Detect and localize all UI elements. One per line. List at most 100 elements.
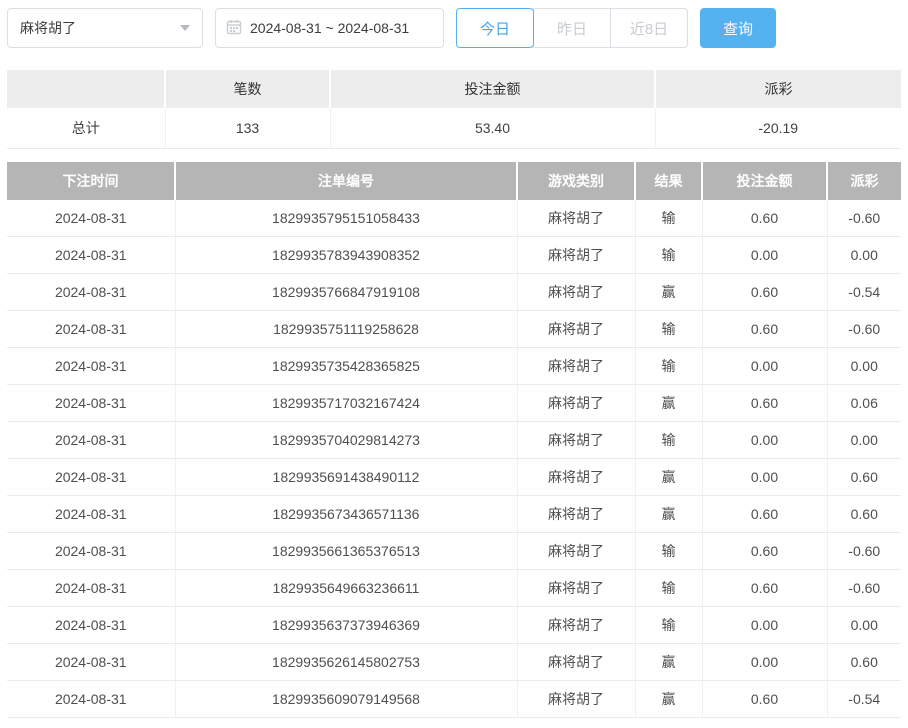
yesterday-button[interactable]: 昨日	[533, 8, 611, 48]
table-row: 2024-08-311829935637373946369麻将胡了输0.000.…	[7, 607, 901, 644]
records-header-game-type: 游戏类别	[517, 162, 635, 200]
cell-bet-id: 1829935783943908352	[175, 237, 517, 274]
cell-bet-id: 1829935673436571136	[175, 496, 517, 533]
cell-bet-amount: 0.60	[702, 496, 827, 533]
cell-bet-id: 1829935766847919108	[175, 274, 517, 311]
cell-game-type: 麻将胡了	[517, 348, 635, 385]
records-header-bet-id: 注单编号	[175, 162, 517, 200]
cell-payout: -0.60	[827, 533, 901, 570]
cell-bet-time: 2024-08-31	[7, 422, 175, 459]
table-row: 2024-08-311829935751119258628麻将胡了输0.60-0…	[7, 311, 901, 348]
cell-bet-amount: 0.60	[702, 311, 827, 348]
cell-result: 输	[635, 422, 702, 459]
summary-header-empty	[7, 70, 165, 108]
cell-bet-time: 2024-08-31	[7, 348, 175, 385]
records-header-row: 下注时间 注单编号 游戏类别 结果 投注金额 派彩	[7, 162, 901, 200]
cell-result: 赢	[635, 274, 702, 311]
summary-header-row: 笔数 投注金额 派彩	[7, 70, 901, 108]
cell-game-type: 麻将胡了	[517, 274, 635, 311]
cell-game-type: 麻将胡了	[517, 311, 635, 348]
cell-bet-id: 1829935649663236611	[175, 570, 517, 607]
cell-payout: -0.60	[827, 311, 901, 348]
cell-game-type: 麻将胡了	[517, 385, 635, 422]
game-select[interactable]: 麻将胡了	[7, 8, 203, 48]
cell-bet-amount: 0.60	[702, 385, 827, 422]
cell-payout: 0.06	[827, 385, 901, 422]
cell-bet-amount: 0.00	[702, 644, 827, 681]
cell-game-type: 麻将胡了	[517, 607, 635, 644]
summary-total-bet-amount: 53.40	[330, 108, 655, 148]
cell-bet-time: 2024-08-31	[7, 607, 175, 644]
cell-game-type: 麻将胡了	[517, 533, 635, 570]
chevron-down-icon	[180, 25, 190, 31]
cell-bet-amount: 0.00	[702, 422, 827, 459]
summary-table: 笔数 投注金额 派彩 总计 133 53.40 -20.19	[7, 70, 901, 149]
summary-header-count: 笔数	[165, 70, 330, 108]
cell-game-type: 麻将胡了	[517, 237, 635, 274]
cell-bet-amount: 0.00	[702, 607, 827, 644]
records-body: 2024-08-311829935795151058433麻将胡了输0.60-0…	[7, 200, 901, 718]
cell-bet-id: 1829935704029814273	[175, 422, 517, 459]
cell-bet-time: 2024-08-31	[7, 274, 175, 311]
cell-result: 赢	[635, 385, 702, 422]
cell-bet-amount: 0.60	[702, 681, 827, 718]
cell-result: 输	[635, 237, 702, 274]
cell-result: 输	[635, 533, 702, 570]
cell-result: 赢	[635, 459, 702, 496]
cell-result: 输	[635, 607, 702, 644]
cell-bet-id: 1829935661365376513	[175, 533, 517, 570]
cell-game-type: 麻将胡了	[517, 644, 635, 681]
records-header-bet-time: 下注时间	[7, 162, 175, 200]
table-row: 2024-08-311829935783943908352麻将胡了输0.000.…	[7, 237, 901, 274]
table-row: 2024-08-311829935609079149568麻将胡了赢0.60-0…	[7, 681, 901, 718]
table-row: 2024-08-311829935649663236611麻将胡了输0.60-0…	[7, 570, 901, 607]
cell-payout: 0.00	[827, 237, 901, 274]
cell-bet-time: 2024-08-31	[7, 496, 175, 533]
records-header-payout: 派彩	[827, 162, 901, 200]
cell-bet-amount: 0.00	[702, 237, 827, 274]
cell-payout: -0.54	[827, 274, 901, 311]
records-header-result: 结果	[635, 162, 702, 200]
cell-bet-id: 1829935795151058433	[175, 200, 517, 237]
cell-bet-time: 2024-08-31	[7, 681, 175, 718]
cell-result: 输	[635, 348, 702, 385]
table-row: 2024-08-311829935717032167424麻将胡了赢0.600.…	[7, 385, 901, 422]
cell-bet-time: 2024-08-31	[7, 533, 175, 570]
query-button[interactable]: 查询	[700, 8, 776, 48]
cell-bet-id: 1829935626145802753	[175, 644, 517, 681]
cell-bet-time: 2024-08-31	[7, 570, 175, 607]
cell-payout: -0.54	[827, 681, 901, 718]
cell-result: 输	[635, 311, 702, 348]
game-select-value: 麻将胡了	[20, 18, 76, 38]
table-row: 2024-08-311829935661365376513麻将胡了输0.60-0…	[7, 533, 901, 570]
cell-payout: 0.60	[827, 496, 901, 533]
cell-payout: 0.60	[827, 644, 901, 681]
last-8-days-button[interactable]: 近8日	[610, 8, 688, 48]
cell-payout: -0.60	[827, 200, 901, 237]
calendar-icon	[226, 19, 242, 38]
cell-bet-amount: 0.60	[702, 200, 827, 237]
cell-bet-id: 1829935751119258628	[175, 311, 517, 348]
summary-header-payout: 派彩	[655, 70, 901, 108]
table-row: 2024-08-311829935626145802753麻将胡了赢0.000.…	[7, 644, 901, 681]
records-header-bet-amount: 投注金额	[702, 162, 827, 200]
cell-payout: 0.60	[827, 459, 901, 496]
cell-result: 输	[635, 570, 702, 607]
cell-bet-amount: 0.00	[702, 459, 827, 496]
cell-payout: 0.00	[827, 422, 901, 459]
cell-game-type: 麻将胡了	[517, 570, 635, 607]
cell-payout: -0.60	[827, 570, 901, 607]
cell-bet-id: 1829935637373946369	[175, 607, 517, 644]
today-button[interactable]: 今日	[456, 8, 534, 48]
summary-total-payout: -20.19	[655, 108, 901, 148]
cell-bet-id: 1829935609079149568	[175, 681, 517, 718]
cell-bet-time: 2024-08-31	[7, 237, 175, 274]
cell-result: 赢	[635, 644, 702, 681]
cell-bet-id: 1829935691438490112	[175, 459, 517, 496]
cell-bet-amount: 0.00	[702, 348, 827, 385]
table-row: 2024-08-311829935673436571136麻将胡了赢0.600.…	[7, 496, 901, 533]
cell-result: 赢	[635, 681, 702, 718]
cell-bet-time: 2024-08-31	[7, 385, 175, 422]
date-range-input[interactable]: 2024-08-31 ~ 2024-08-31	[215, 8, 444, 48]
summary-total-count: 133	[165, 108, 330, 148]
